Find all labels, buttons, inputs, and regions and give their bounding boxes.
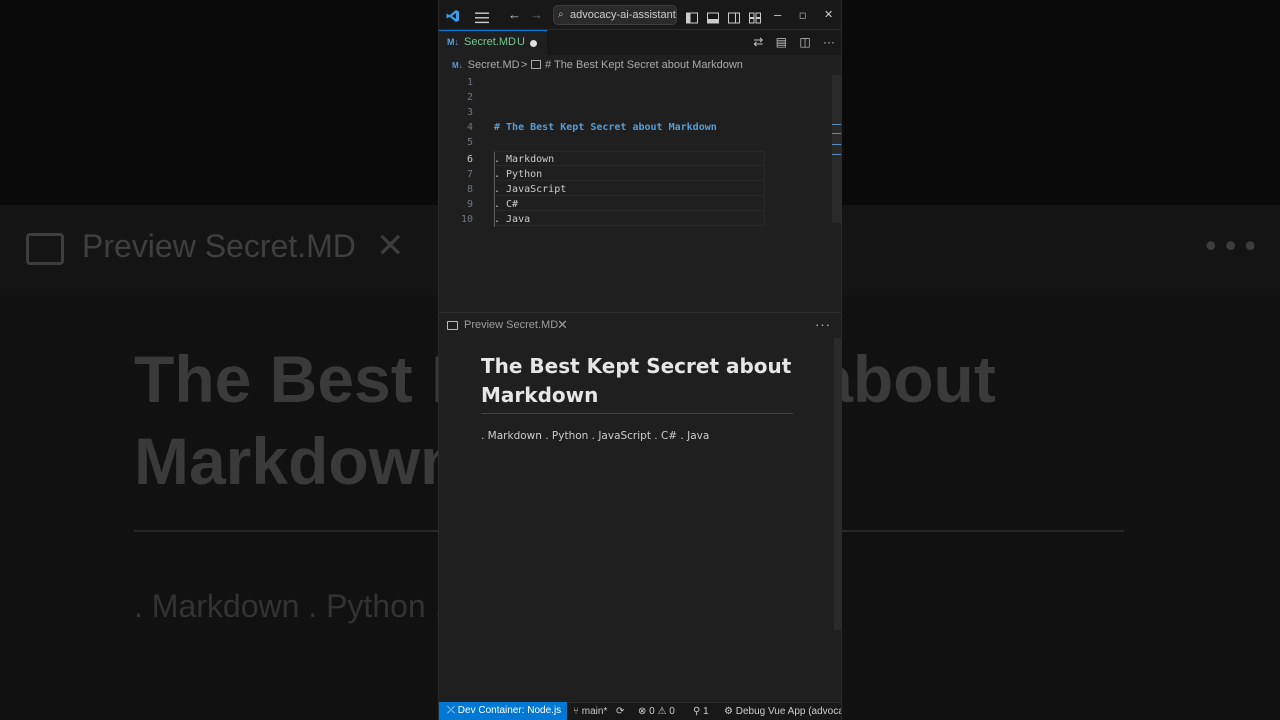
warning-icon: ⚠: [657, 706, 670, 717]
breadcrumb-symbol[interactable]: # The Best Kept Secret about Markdown: [531, 55, 743, 75]
minimap-mark: [832, 144, 841, 145]
background-close-icon: ✕: [376, 226, 405, 266]
editor-actions: ⇄ ▤ ◫ ···: [744, 35, 835, 49]
code-line-heading: # The Best Kept Secret about Markdown: [494, 122, 717, 133]
title-bar: ← → ⌕ advocacy-ai-assistant-... – ◻ ✕: [439, 0, 841, 30]
markdown-preview[interactable]: The Best Kept Secret about Markdown . Ma…: [439, 338, 841, 702]
toggle-panel-icon[interactable]: [707, 9, 719, 27]
open-preview-icon[interactable]: ▤: [776, 35, 787, 49]
line-number: 5: [466, 137, 473, 148]
code-line: . Python: [494, 169, 543, 180]
search-text: advocacy-ai-assistant-...: [570, 9, 677, 21]
close-tab-icon[interactable]: ✕: [557, 317, 568, 333]
more-actions-icon[interactable]: ···: [815, 317, 831, 332]
git-branch[interactable]: ⑂ main*: [573, 703, 607, 720]
line-number: 4: [466, 122, 473, 133]
remote-icon: ⤫: [447, 705, 458, 716]
preview-icon: [447, 321, 458, 330]
minimap-mark: [832, 133, 841, 134]
untracked-badge: U: [517, 36, 525, 48]
error-icon: ⊗: [638, 706, 650, 717]
code-line: . C#: [494, 199, 519, 210]
preview-paragraph: . Markdown . Python . JavaScript . C# . …: [481, 430, 710, 442]
customize-layout-icon[interactable]: [749, 9, 761, 27]
toggle-secondary-sidebar-icon[interactable]: [728, 9, 740, 27]
cursor-bar: [494, 212, 495, 227]
line-number: 3: [466, 107, 473, 118]
code-line: . Java: [494, 214, 531, 225]
tab-preview-secret-md[interactable]: Preview Secret.MD ✕: [439, 313, 573, 339]
more-actions-icon[interactable]: ···: [823, 35, 835, 49]
close-window-icon[interactable]: ✕: [824, 6, 833, 24]
breadcrumb: M↓ Secret.MD > # The Best Kept Secret abo…: [439, 55, 841, 76]
cursor-bar: [494, 152, 495, 167]
unsaved-dot-icon[interactable]: [530, 40, 537, 47]
minimap-mark: [832, 124, 841, 125]
toggle-primary-sidebar-icon[interactable]: [686, 9, 698, 27]
cursor-bar: [494, 167, 495, 182]
minimap-mark: [832, 154, 841, 155]
cursor-bar: [494, 182, 495, 197]
line-number: 1: [466, 77, 473, 88]
preview-scrollbar[interactable]: [834, 338, 841, 630]
line-highlight: [493, 211, 765, 226]
code-line: . JavaScript: [494, 184, 567, 195]
back-arrow-icon[interactable]: ←: [508, 6, 521, 24]
editor-tab-bar: M↓ Secret.MD U ⇄ ▤ ◫ ···: [439, 30, 841, 55]
line-number-current: 6: [466, 154, 473, 165]
background-preview-icon: [26, 233, 64, 265]
ports-icon: ⚲: [693, 706, 704, 717]
compare-changes-icon[interactable]: ⇄: [753, 35, 763, 49]
tab-secret-md[interactable]: M↓ Secret.MD U: [439, 30, 547, 55]
status-bar: ⤫ Dev Container: Node.js ⑂ main* ⟳ ⊗ 0 ⚠…: [439, 702, 841, 720]
problems-indicator[interactable]: ⊗ 0 ⚠ 0: [638, 703, 675, 720]
split-editor-icon[interactable]: ◫: [799, 35, 810, 49]
code-editor[interactable]: 1 2 3 4 5 6 7 8 9 10 # The Best Kept Sec…: [439, 75, 841, 312]
debug-icon: ⚙: [724, 706, 736, 717]
preview-divider: [481, 413, 793, 414]
background-tab-label: Preview Secret.MD: [82, 228, 356, 264]
maximize-icon[interactable]: ◻: [799, 6, 806, 24]
vscode-logo-icon: [446, 10, 459, 22]
line-number: 8: [466, 184, 473, 195]
line-number: 9: [466, 199, 473, 210]
preview-heading: The Best Kept Secret about Markdown: [481, 354, 792, 407]
code-line: . Markdown: [494, 154, 555, 165]
minimize-icon[interactable]: –: [774, 6, 781, 24]
preview-tab-label: Preview Secret.MD: [464, 319, 559, 331]
editor-scrollbar[interactable]: [832, 75, 841, 223]
branch-icon: ⑂: [573, 706, 582, 717]
debug-config[interactable]: ⚙ Debug Vue App (advoca: [724, 703, 841, 720]
markdown-file-icon: M↓: [447, 37, 459, 47]
ports-indicator[interactable]: ⚲ 1: [693, 703, 709, 720]
background-more-icon: •••: [1202, 230, 1262, 265]
line-number: 2: [466, 92, 473, 103]
markdown-file-icon: M↓: [452, 61, 463, 70]
breadcrumb-file[interactable]: M↓ Secret.MD: [452, 55, 520, 76]
remote-indicator[interactable]: ⤫ Dev Container: Node.js: [439, 702, 567, 720]
tab-label: Secret.MD: [464, 36, 516, 48]
forward-arrow-icon[interactable]: →: [530, 6, 543, 24]
breadcrumb-separator: >: [521, 59, 528, 71]
command-center-search[interactable]: ⌕ advocacy-ai-assistant-...: [553, 5, 677, 25]
vscode-window: ← → ⌕ advocacy-ai-assistant-... – ◻ ✕ M↓…: [438, 0, 842, 720]
search-icon: ⌕: [558, 9, 564, 20]
preview-tab-bar: Preview Secret.MD ✕ ···: [439, 312, 841, 339]
sync-icon[interactable]: ⟳: [616, 703, 624, 720]
line-number: 7: [466, 169, 473, 180]
cursor-bar: [494, 197, 495, 212]
symbol-icon: [531, 60, 541, 69]
line-number: 10: [460, 214, 473, 225]
line-highlight: [493, 196, 765, 211]
menu-icon[interactable]: [475, 9, 489, 27]
